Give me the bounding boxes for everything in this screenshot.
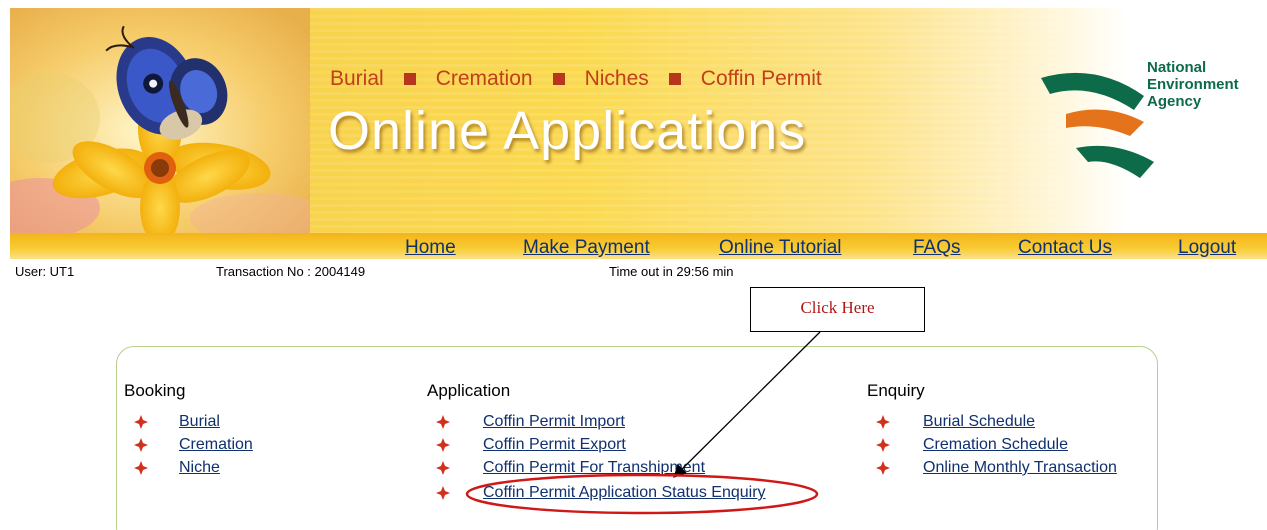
online-monthly-transaction-link[interactable]: Online Monthly Transaction [923,459,1117,477]
session-timeout: Time out in 29:56 min [609,264,734,279]
click-here-callout: Click Here [750,287,925,332]
cremation-schedule-link[interactable]: Cremation Schedule [923,436,1068,454]
list-item: Burial Schedule [876,413,1035,431]
category-burial: Burial [330,67,384,90]
agency-name: National Environment Agency [1147,59,1239,110]
list-item: Coffin Permit Application Status Enquiry [436,484,766,502]
category-cremation: Cremation [435,67,533,90]
coffin-permit-status-enquiry-link[interactable]: Coffin Permit Application Status Enquiry [483,484,766,502]
cross-bullet-icon [876,461,890,475]
agency-name-line: National [1147,59,1207,76]
booking-niche-link[interactable]: Niche [179,459,220,477]
agency-name-line: Environment [1147,76,1239,93]
user-label: User: UT1 [15,264,75,279]
cross-bullet-icon [436,415,450,429]
cross-bullet-icon [134,415,148,429]
list-item: Coffin Permit For Transhipment [436,459,705,477]
cross-bullet-icon [876,438,890,452]
cross-bullet-icon [134,461,148,475]
transaction-number: Transaction No : 2004149 [216,264,366,279]
butterfly-flower-image [10,8,310,233]
list-item: Cremation [134,436,253,454]
nav-make-payment-link[interactable]: Make Payment [523,237,650,259]
coffin-permit-export-link[interactable]: Coffin Permit Export [483,436,626,454]
category-links-bar: Burial Cremation Niches Coffin Permit [330,64,822,94]
cross-bullet-icon [436,438,450,452]
square-bullet-icon [668,73,681,85]
agency-name-line: Agency [1147,93,1202,110]
booking-cremation-link[interactable]: Cremation [179,436,253,454]
booking-heading: Booking [124,381,186,400]
list-item: Burial [134,413,220,431]
square-bullet-icon [403,73,416,85]
list-item: Coffin Permit Export [436,436,626,454]
category-coffin-permit: Coffin Permit [700,67,822,90]
list-item: Coffin Permit Import [436,413,625,431]
cross-bullet-icon [134,438,148,452]
nav-online-tutorial-link[interactable]: Online Tutorial [719,237,842,259]
square-bullet-icon [552,73,565,85]
coffin-permit-transhipment-link[interactable]: Coffin Permit For Transhipment [483,459,705,477]
enquiry-heading: Enquiry [867,381,925,400]
booking-burial-link[interactable]: Burial [179,413,220,431]
page-title: Online Applications [328,101,807,161]
nav-contact-us-link[interactable]: Contact Us [1018,237,1112,259]
coffin-permit-import-link[interactable]: Coffin Permit Import [483,413,625,431]
category-niches: Niches [584,67,649,90]
nav-logout-link[interactable]: Logout [1178,237,1236,259]
list-item: Online Monthly Transaction [876,459,1117,477]
header-banner: Burial Cremation Niches Coffin Permit On… [10,8,1267,233]
nav-faqs-link[interactable]: FAQs [913,237,961,259]
burial-schedule-link[interactable]: Burial Schedule [923,413,1035,431]
list-item: Cremation Schedule [876,436,1068,454]
nav-home-link[interactable]: Home [405,237,456,259]
cross-bullet-icon [876,415,890,429]
list-item: Niche [134,459,220,477]
application-heading: Application [427,381,511,400]
cross-bullet-icon [436,461,450,475]
cross-bullet-icon [436,486,450,500]
